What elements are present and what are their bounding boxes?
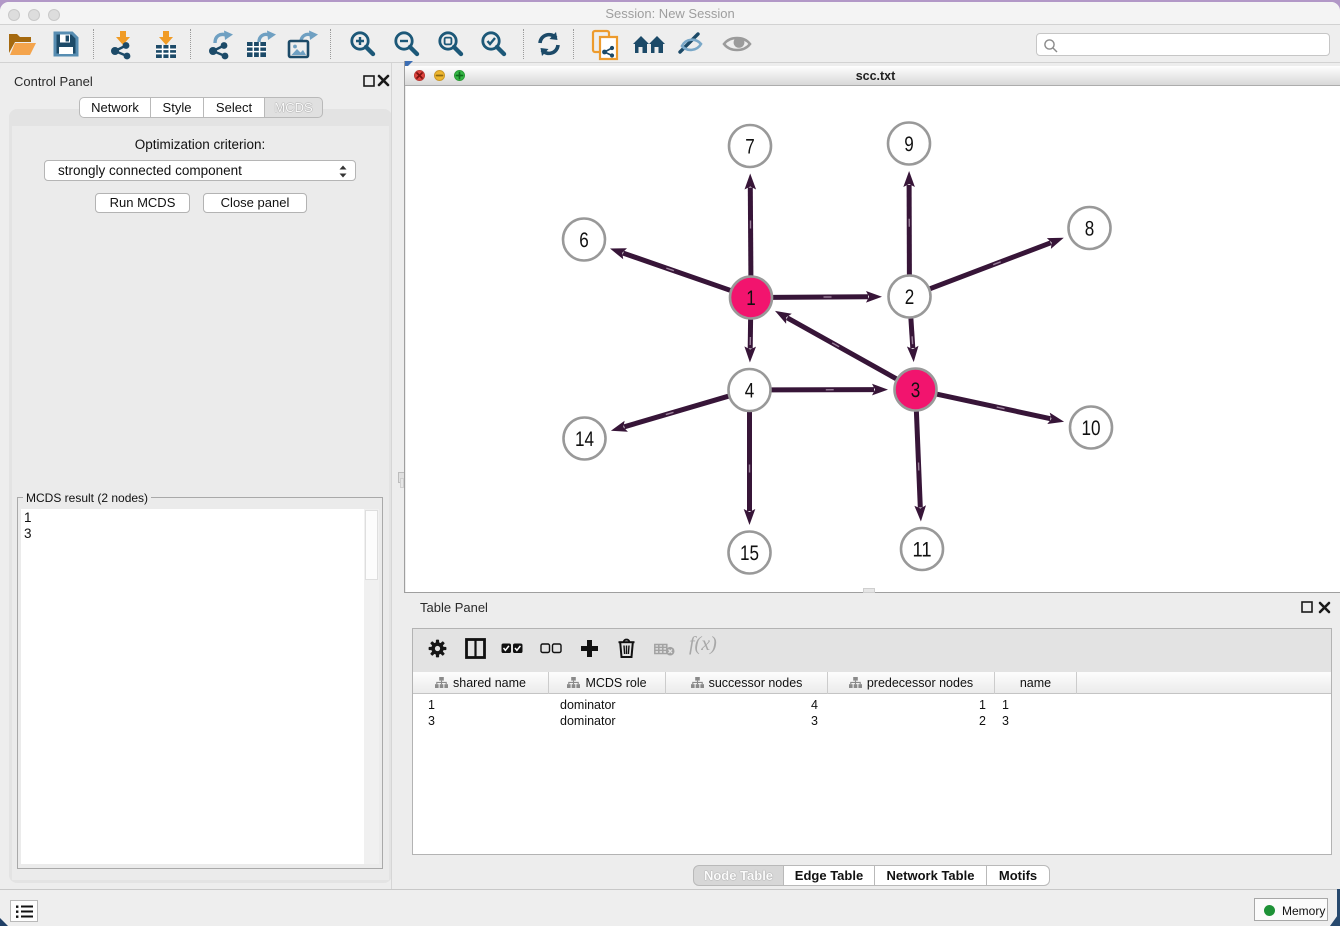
svg-text:1: 1 [746, 287, 756, 310]
svg-text:11: 11 [913, 539, 932, 562]
svg-text:7: 7 [745, 136, 755, 159]
svg-text:14: 14 [575, 428, 594, 451]
svg-text:3: 3 [911, 379, 921, 402]
svg-text:8: 8 [1085, 218, 1095, 241]
svg-text:2: 2 [905, 286, 915, 309]
svg-text:4: 4 [745, 380, 755, 403]
svg-text:15: 15 [740, 542, 759, 565]
svg-text:10: 10 [1082, 417, 1101, 440]
svg-text:9: 9 [904, 133, 914, 156]
svg-text:6: 6 [579, 229, 589, 252]
